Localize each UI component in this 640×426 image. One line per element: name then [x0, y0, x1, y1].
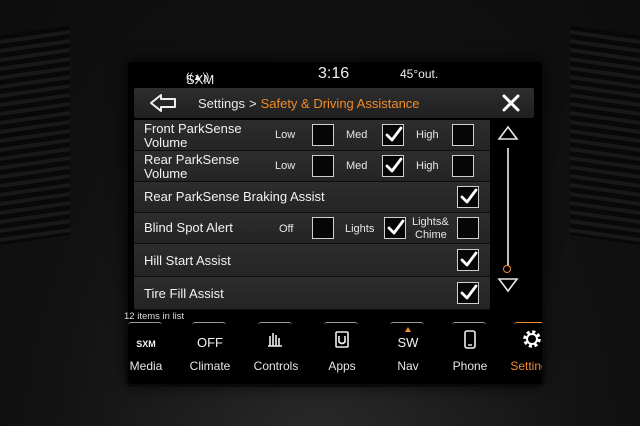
front-parksense-low-checkbox[interactable] [312, 124, 334, 146]
rear-parksense-low-checkbox[interactable] [312, 155, 334, 177]
option-label-lights-chime-line1: Lights& [412, 216, 449, 228]
nav-media[interactable]: SXM Media [128, 320, 176, 384]
tab-indicator [128, 322, 162, 326]
list-item-rear-parksense-volume: Rear ParkSense Volume Low Med High [134, 151, 490, 182]
status-bar: ((▲))SXM 7 3:16 45°out. [128, 62, 542, 102]
nav-label: Media [129, 359, 163, 373]
tire-fill-assist-checkbox[interactable] [457, 282, 479, 304]
scroll-up-button[interactable] [496, 124, 520, 142]
breadcrumb-parent[interactable]: Settings [198, 96, 245, 111]
nav-settings[interactable]: Settings [502, 320, 542, 384]
list-item-hill-start-assist[interactable]: Hill Start Assist [134, 244, 490, 277]
rear-parksense-high-checkbox[interactable] [452, 155, 474, 177]
checkmark-icon [385, 157, 403, 173]
infotainment-screen: ((▲))SXM 7 3:16 45°out. Settings>Safety … [128, 62, 542, 384]
breadcrumb-separator: > [248, 96, 257, 111]
close-button[interactable] [498, 91, 524, 115]
scrollbar-track[interactable] [507, 148, 509, 266]
option-label-high: High [416, 129, 439, 141]
option-label-med: Med [346, 160, 368, 172]
nav-phone[interactable]: Phone [440, 320, 500, 384]
option-label-lights: Lights [345, 223, 375, 235]
list-item-rear-parksense-braking-assist[interactable]: Rear ParkSense Braking Assist [134, 182, 490, 213]
list-item-blind-spot-alert: Blind Spot Alert Off Lights Lights& Chim… [134, 213, 490, 244]
rear-parksense-med-checkbox[interactable] [382, 155, 404, 177]
nav-label: Controls [253, 359, 299, 373]
controls-icon [258, 328, 294, 350]
option-label-med: Med [346, 129, 368, 141]
row-label: Rear ParkSense Braking Assist [144, 189, 325, 204]
nav-label: Apps [328, 359, 356, 373]
climate-icon: OFF [197, 335, 223, 350]
row-label: Tire Fill Assist [144, 286, 224, 301]
breadcrumb: Settings > Safety & Driving Assistance [198, 96, 420, 111]
option-label-low: Low [275, 129, 296, 141]
list-item-front-parksense-volume: Front ParkSense Volume Low Med High [134, 120, 490, 151]
left-air-vent [0, 25, 70, 245]
settings-header: Settings > Safety & Driving Assistance [134, 88, 534, 118]
front-parksense-med-checkbox[interactable] [382, 124, 404, 146]
tab-indicator [514, 322, 542, 326]
back-button[interactable] [148, 92, 180, 114]
phone-icon [452, 328, 488, 350]
checkmark-icon [387, 219, 405, 235]
blind-spot-off-checkbox[interactable] [312, 217, 334, 239]
tab-indicator [258, 322, 292, 326]
nav-nav[interactable]: SW Nav [378, 320, 438, 384]
scroll-up-arrow-icon [497, 125, 519, 140]
tab-indicator [192, 322, 226, 326]
dashboard-bezel: ((▲))SXM 7 3:16 45°out. Settings>Safety … [0, 0, 640, 426]
scroll-down-arrow-icon [497, 278, 519, 293]
checkmark-icon [460, 188, 478, 204]
nav-label: Climate [189, 359, 231, 373]
right-air-vent [570, 25, 640, 245]
nav-label: Nav [397, 359, 419, 373]
row-label-line1: Rear ParkSense [144, 152, 240, 167]
list-item-tire-fill-assist[interactable]: Tire Fill Assist [134, 277, 490, 310]
tab-indicator [452, 322, 486, 326]
row-label-line2: Volume [144, 166, 188, 181]
hill-start-assist-checkbox[interactable] [457, 249, 479, 271]
scroll-down-button[interactable] [496, 276, 520, 294]
row-label-line2: Volume [144, 135, 188, 150]
row-label: Hill Start Assist [144, 253, 231, 268]
blind-spot-lights-chime-checkbox[interactable] [457, 217, 479, 239]
nav-climate[interactable]: OFF Climate [180, 320, 240, 384]
checkmark-icon [385, 126, 403, 142]
rear-parksense-braking-assist-checkbox[interactable] [457, 186, 479, 208]
sxm-icon: SXM [136, 339, 156, 349]
gear-icon [514, 328, 542, 350]
clock: 3:16 [318, 65, 350, 82]
nav-controls[interactable]: Controls [246, 320, 306, 384]
nav-label: Phone [452, 359, 488, 373]
option-label-lights-chime-line2: Chime [415, 229, 447, 241]
scrollbar-thumb[interactable] [503, 265, 511, 273]
nav-label: Settings [510, 359, 542, 373]
list-count: 12 items in list [124, 311, 185, 322]
option-label-high: High [416, 160, 439, 172]
close-icon [502, 94, 520, 112]
back-arrow-icon [150, 94, 176, 112]
tab-indicator [324, 322, 358, 326]
outside-temperature: 45°out. [400, 67, 439, 81]
checkmark-icon [460, 251, 478, 267]
row-label-line1: Front ParkSense [144, 121, 242, 136]
option-label-off: Off [279, 223, 294, 235]
option-label-low: Low [275, 160, 296, 172]
bottom-nav-bar: SXM Media OFF Climate Controls Apps SW N… [128, 320, 542, 384]
breadcrumb-current: Safety & Driving Assistance [260, 96, 420, 111]
front-parksense-high-checkbox[interactable] [452, 124, 474, 146]
row-label: Blind Spot Alert [144, 220, 233, 235]
compass-icon: SW [390, 327, 426, 350]
apps-icon [324, 328, 360, 350]
nav-apps[interactable]: Apps [312, 320, 372, 384]
checkmark-icon [460, 284, 478, 300]
blind-spot-lights-checkbox[interactable] [384, 217, 406, 239]
